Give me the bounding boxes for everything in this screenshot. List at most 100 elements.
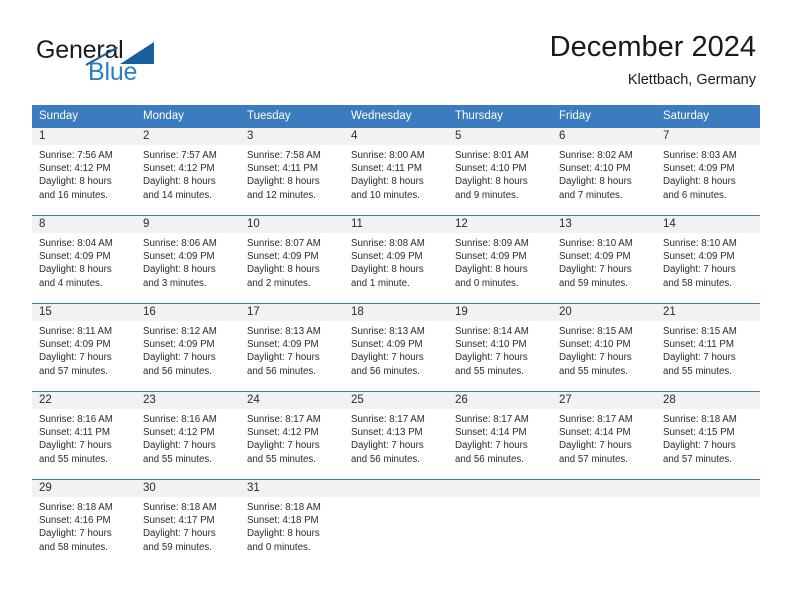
sunrise-text: Sunrise: 8:14 AM bbox=[455, 326, 529, 337]
day-cell-inner: 24 Sunrise: 8:17 AM Sunset: 4:12 PM Dayligh… bbox=[240, 391, 344, 479]
calendar-day-cell[interactable]: 22 Sunrise: 8:16 AM Sunset: 4:11 PM Dayligh… bbox=[32, 391, 136, 479]
sunset-text: Sunset: 4:11 PM bbox=[247, 163, 318, 175]
day-cell-inner: 13 Sunrise: 8:10 AM Sunset: 4:09 PM Dayligh… bbox=[552, 215, 656, 303]
calendar-day-cell[interactable]: 14 Sunrise: 8:10 AM Sunset: 4:09 PM Dayligh… bbox=[656, 215, 760, 303]
day-details: Sunrise: 8:03 AM Sunset: 4:09 PM Daylight:… bbox=[656, 145, 760, 202]
sunset-text: Sunset: 4:11 PM bbox=[39, 427, 110, 439]
day-details: Sunrise: 7:57 AM Sunset: 4:12 PM Daylight:… bbox=[136, 145, 240, 202]
sunrise-text: Sunrise: 8:11 AM bbox=[39, 326, 113, 337]
calendar-day-cell[interactable]: 25 Sunrise: 8:17 AM Sunset: 4:13 PM Dayligh… bbox=[344, 391, 448, 479]
calendar-day-cell[interactable]: 5 Sunrise: 8:01 AM Sunset: 4:10 PM Daylight… bbox=[448, 127, 552, 215]
calendar-day-cell[interactable]: 19 Sunrise: 8:14 AM Sunset: 4:10 PM Dayligh… bbox=[448, 303, 552, 391]
day-cell-inner: 1 Sunrise: 7:56 AM Sunset: 4:12 PM Daylight… bbox=[32, 127, 136, 215]
calendar-day-cell[interactable]: 30 Sunrise: 8:18 AM Sunset: 4:17 PM Dayligh… bbox=[136, 479, 240, 567]
sunset-text: Sunset: 4:11 PM bbox=[351, 163, 422, 175]
day-cell-inner: 8 Sunrise: 8:04 AM Sunset: 4:09 PM Daylight… bbox=[32, 215, 136, 303]
sunrise-text: Sunrise: 8:04 AM bbox=[39, 238, 113, 249]
day-cell-inner: 21 Sunrise: 8:15 AM Sunset: 4:11 PM Dayligh… bbox=[656, 303, 760, 391]
calendar-day-cell[interactable]: 1 Sunrise: 7:56 AM Sunset: 4:12 PM Daylight… bbox=[32, 127, 136, 215]
day-number: 19 bbox=[448, 304, 552, 321]
calendar-day-cell[interactable]: 21 Sunrise: 8:15 AM Sunset: 4:11 PM Dayligh… bbox=[656, 303, 760, 391]
daylight-text-line1: Daylight: 8 hours bbox=[143, 264, 216, 276]
calendar-day-cell[interactable]: 3 Sunrise: 7:58 AM Sunset: 4:11 PM Daylight… bbox=[240, 127, 344, 215]
day-number: 13 bbox=[552, 216, 656, 233]
sunset-text: Sunset: 4:15 PM bbox=[663, 427, 735, 439]
calendar-day-cell[interactable]: 13 Sunrise: 8:10 AM Sunset: 4:09 PM Dayligh… bbox=[552, 215, 656, 303]
day-details: Sunrise: 8:09 AM Sunset: 4:09 PM Daylight:… bbox=[448, 233, 552, 290]
sunset-text: Sunset: 4:12 PM bbox=[247, 427, 319, 439]
day-details: Sunrise: 8:17 AM Sunset: 4:12 PM Daylight:… bbox=[240, 409, 344, 466]
calendar-day-cell[interactable]: 6 Sunrise: 8:02 AM Sunset: 4:10 PM Daylight… bbox=[552, 127, 656, 215]
day-number: 14 bbox=[656, 216, 760, 233]
daylight-text-line2: and 57 minutes. bbox=[559, 453, 628, 465]
sunset-text: Sunset: 4:10 PM bbox=[455, 339, 527, 351]
daylight-text-line1: Daylight: 7 hours bbox=[559, 440, 632, 452]
day-details: Sunrise: 8:15 AM Sunset: 4:10 PM Daylight:… bbox=[552, 321, 656, 378]
sunrise-text: Sunrise: 8:15 AM bbox=[559, 326, 633, 337]
calendar-day-cell[interactable]: 26 Sunrise: 8:17 AM Sunset: 4:14 PM Dayligh… bbox=[448, 391, 552, 479]
day-number: 28 bbox=[656, 392, 760, 409]
day-details: Sunrise: 8:13 AM Sunset: 4:09 PM Daylight:… bbox=[240, 321, 344, 378]
daylight-text-line1: Daylight: 7 hours bbox=[351, 440, 424, 452]
daylight-text-line1: Daylight: 8 hours bbox=[351, 176, 424, 188]
daylight-text-line2: and 55 minutes. bbox=[143, 453, 212, 465]
weekday-header-monday: Monday bbox=[136, 105, 240, 127]
daylight-text-line1: Daylight: 7 hours bbox=[39, 528, 112, 540]
sunrise-text: Sunrise: 8:00 AM bbox=[351, 150, 425, 161]
sunset-text: Sunset: 4:09 PM bbox=[559, 251, 631, 263]
day-details: Sunrise: 8:18 AM Sunset: 4:16 PM Daylight:… bbox=[32, 497, 136, 554]
day-details: Sunrise: 8:11 AM Sunset: 4:09 PM Daylight:… bbox=[32, 321, 136, 378]
day-details: Sunrise: 8:08 AM Sunset: 4:09 PM Daylight:… bbox=[344, 233, 448, 290]
calendar-day-cell[interactable]: 20 Sunrise: 8:15 AM Sunset: 4:10 PM Dayligh… bbox=[552, 303, 656, 391]
calendar-day-cell[interactable]: 24 Sunrise: 8:17 AM Sunset: 4:12 PM Dayligh… bbox=[240, 391, 344, 479]
day-number: 27 bbox=[552, 392, 656, 409]
sunrise-text: Sunrise: 7:56 AM bbox=[39, 150, 113, 161]
page-header: General Blue December 2024 Klettbach, Ge… bbox=[0, 0, 792, 100]
calendar-day-cell[interactable]: 23 Sunrise: 8:16 AM Sunset: 4:12 PM Dayligh… bbox=[136, 391, 240, 479]
calendar-day-cell[interactable]: 27 Sunrise: 8:17 AM Sunset: 4:14 PM Dayligh… bbox=[552, 391, 656, 479]
sunrise-text: Sunrise: 8:10 AM bbox=[663, 238, 737, 249]
calendar-day-cell[interactable]: 29 Sunrise: 8:18 AM Sunset: 4:16 PM Dayligh… bbox=[32, 479, 136, 567]
calendar-day-cell[interactable]: 7 Sunrise: 8:03 AM Sunset: 4:09 PM Daylight… bbox=[656, 127, 760, 215]
calendar-day-cell[interactable]: 11 Sunrise: 8:08 AM Sunset: 4:09 PM Dayligh… bbox=[344, 215, 448, 303]
day-cell-inner: 4 Sunrise: 8:00 AM Sunset: 4:11 PM Daylight… bbox=[344, 127, 448, 215]
calendar-day-cell[interactable]: 12 Sunrise: 8:09 AM Sunset: 4:09 PM Dayligh… bbox=[448, 215, 552, 303]
sunrise-text: Sunrise: 8:18 AM bbox=[663, 414, 737, 425]
sunset-text: Sunset: 4:09 PM bbox=[39, 251, 111, 263]
calendar-day-cell[interactable]: 4 Sunrise: 8:00 AM Sunset: 4:11 PM Daylight… bbox=[344, 127, 448, 215]
calendar-day-cell[interactable]: 8 Sunrise: 8:04 AM Sunset: 4:09 PM Daylight… bbox=[32, 215, 136, 303]
daylight-text-line1: Daylight: 7 hours bbox=[455, 440, 528, 452]
calendar-day-cell[interactable]: 15 Sunrise: 8:11 AM Sunset: 4:09 PM Dayligh… bbox=[32, 303, 136, 391]
calendar-day-cell[interactable]: 10 Sunrise: 8:07 AM Sunset: 4:09 PM Dayligh… bbox=[240, 215, 344, 303]
calendar-day-cell[interactable]: 9 Sunrise: 8:06 AM Sunset: 4:09 PM Daylight… bbox=[136, 215, 240, 303]
daylight-text-line2: and 9 minutes. bbox=[455, 189, 519, 201]
sunrise-text: Sunrise: 8:18 AM bbox=[39, 502, 113, 513]
daylight-text-line2: and 56 minutes. bbox=[455, 453, 524, 465]
day-cell-inner: 18 Sunrise: 8:13 AM Sunset: 4:09 PM Dayligh… bbox=[344, 303, 448, 391]
calendar-day-cell[interactable]: 31 Sunrise: 8:18 AM Sunset: 4:18 PM Dayligh… bbox=[240, 479, 344, 567]
calendar-day-cell[interactable]: 18 Sunrise: 8:13 AM Sunset: 4:09 PM Dayligh… bbox=[344, 303, 448, 391]
daylight-text-line2: and 6 minutes. bbox=[663, 189, 727, 201]
daylight-text-line1: Daylight: 7 hours bbox=[559, 352, 632, 364]
sunset-text: Sunset: 4:14 PM bbox=[455, 427, 527, 439]
calendar-day-cell[interactable]: 16 Sunrise: 8:12 AM Sunset: 4:09 PM Dayligh… bbox=[136, 303, 240, 391]
sunset-text: Sunset: 4:09 PM bbox=[663, 251, 735, 263]
daylight-text-line1: Daylight: 7 hours bbox=[663, 440, 736, 452]
weekday-header-tuesday: Tuesday bbox=[240, 105, 344, 127]
day-details: Sunrise: 8:16 AM Sunset: 4:12 PM Daylight:… bbox=[136, 409, 240, 466]
calendar-day-cell[interactable]: 2 Sunrise: 7:57 AM Sunset: 4:12 PM Daylight… bbox=[136, 127, 240, 215]
daylight-text-line2: and 59 minutes. bbox=[559, 277, 628, 289]
daylight-text-line1: Daylight: 7 hours bbox=[247, 440, 320, 452]
sunrise-text: Sunrise: 8:08 AM bbox=[351, 238, 425, 249]
day-details: Sunrise: 8:16 AM Sunset: 4:11 PM Daylight:… bbox=[32, 409, 136, 466]
sunrise-text: Sunrise: 8:15 AM bbox=[663, 326, 737, 337]
calendar-day-cell[interactable]: 17 Sunrise: 8:13 AM Sunset: 4:09 PM Dayligh… bbox=[240, 303, 344, 391]
daylight-text-line2: and 16 minutes. bbox=[39, 189, 108, 201]
calendar-day-cell[interactable]: 28 Sunrise: 8:18 AM Sunset: 4:15 PM Dayligh… bbox=[656, 391, 760, 479]
sunrise-text: Sunrise: 8:01 AM bbox=[455, 150, 529, 161]
day-details: Sunrise: 8:10 AM Sunset: 4:09 PM Daylight:… bbox=[656, 233, 760, 290]
day-number: 12 bbox=[448, 216, 552, 233]
day-cell-inner bbox=[448, 479, 552, 567]
daylight-text-line2: and 57 minutes. bbox=[663, 453, 732, 465]
day-cell-inner: 10 Sunrise: 8:07 AM Sunset: 4:09 PM Dayligh… bbox=[240, 215, 344, 303]
